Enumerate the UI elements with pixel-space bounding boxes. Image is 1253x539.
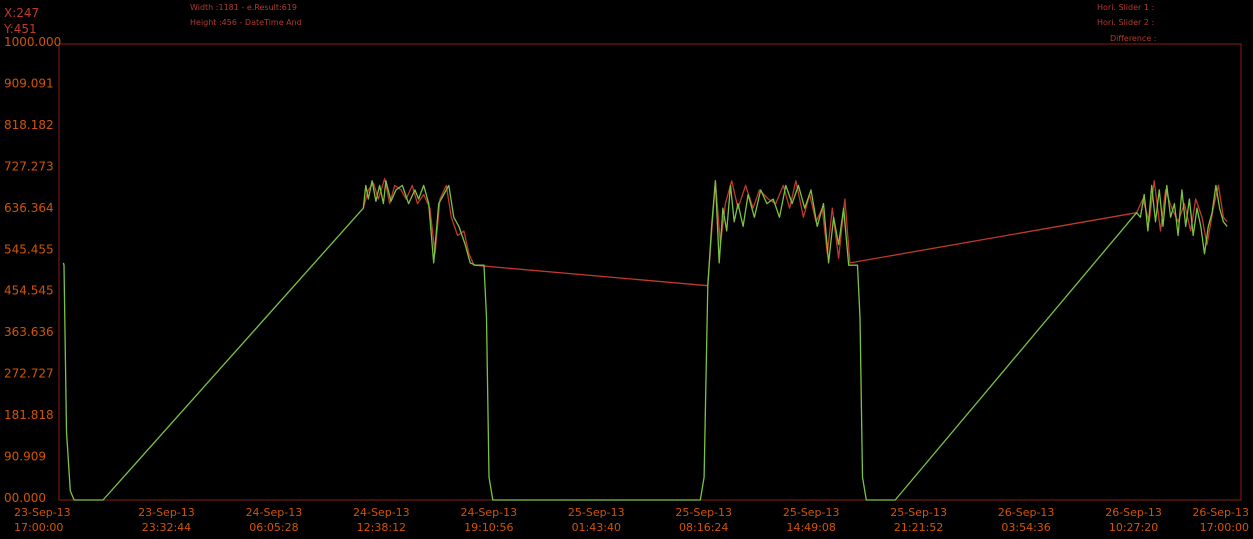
- x-tick-label-time: 14:49:08: [786, 521, 835, 534]
- x-tick-label-time: 23:32:44: [142, 521, 191, 534]
- x-tick-label-date: 26-Sep-13: [1192, 506, 1249, 519]
- x-tick-label-time: 21:21:52: [894, 521, 943, 534]
- y-tick-label: 1000.000: [4, 35, 61, 49]
- x-tick-label-date: 23-Sep-13: [14, 506, 71, 519]
- y-tick-label: 00.000: [4, 491, 46, 505]
- y-tick-label: 272.727: [4, 367, 54, 381]
- x-tick-label-time: 10:27:20: [1109, 521, 1158, 534]
- line-chart[interactable]: 1000.000 909.091 818.182 727.273 636.364 545.…: [0, 0, 1253, 539]
- x-tick-label-time: 08:16:24: [679, 521, 728, 534]
- y-tick-label: 909.091: [4, 76, 54, 90]
- x-tick-label-time: 06:05:28: [249, 521, 298, 534]
- x-tick-label-date: 26-Sep-13: [998, 506, 1055, 519]
- x-tick-label-date: 26-Sep-13: [1105, 506, 1162, 519]
- x-tick-label-date: 24-Sep-13: [353, 506, 410, 519]
- x-tick-label-date: 25-Sep-13: [890, 506, 947, 519]
- y-tick-label: 363.636: [4, 325, 54, 339]
- x-axis: 23-Sep-13 17:00:00 23-Sep-13 23:32:44 24-Sep…: [14, 506, 1249, 534]
- x-tick-label-date: 25-Sep-13: [783, 506, 840, 519]
- x-tick-label-time: 03:54:36: [1001, 521, 1050, 534]
- x-tick-label-date: 24-Sep-13: [460, 506, 517, 519]
- y-tick-label: 727.273: [4, 159, 54, 173]
- x-tick-label-date: 23-Sep-13: [138, 506, 195, 519]
- y-tick-label: 636.364: [4, 201, 54, 215]
- y-tick-label: 545.455: [4, 242, 54, 256]
- x-tick-label-time: 12:38:12: [357, 521, 406, 534]
- x-tick-label-time: 19:10:56: [464, 521, 513, 534]
- x-tick-label-date: 24-Sep-13: [246, 506, 303, 519]
- x-tick-label-time: 17:00:00: [14, 521, 63, 534]
- series-layer: [62, 177, 1228, 501]
- y-axis: 1000.000 909.091 818.182 727.273 636.364 545.…: [4, 35, 61, 505]
- x-tick-label-time: 17:00:00: [1200, 521, 1249, 534]
- y-tick-label: 181.818: [4, 408, 54, 422]
- y-tick-label: 454.545: [4, 284, 54, 298]
- y-tick-label: 818.182: [4, 118, 54, 132]
- plot-area-border: [58, 43, 1242, 501]
- y-tick-label: 90.909: [4, 450, 46, 464]
- series-line-green: [62, 180, 1228, 501]
- x-tick-label-date: 25-Sep-13: [568, 506, 625, 519]
- x-tick-label-time: 01:43:40: [572, 521, 621, 534]
- x-tick-label-date: 25-Sep-13: [675, 506, 732, 519]
